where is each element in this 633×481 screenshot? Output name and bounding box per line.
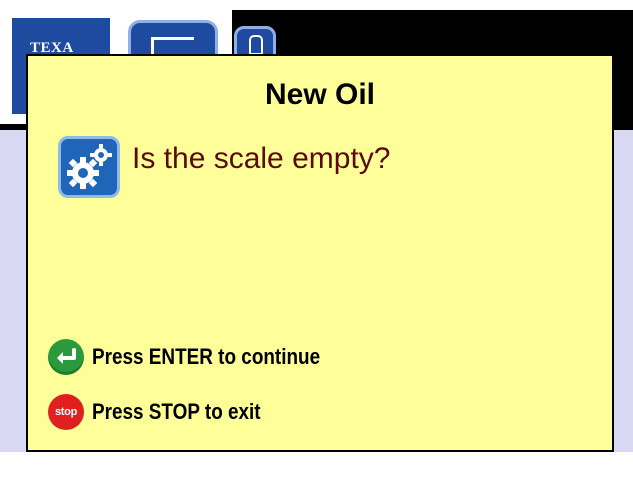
gears-icon	[58, 136, 120, 198]
lock-icon	[249, 35, 263, 55]
stop-action-row[interactable]: stop Press STOP to exit	[48, 392, 288, 432]
enter-icon[interactable]	[48, 339, 84, 375]
left-side-stripe	[0, 130, 28, 452]
screen: TEXA New Oil Is the scale empty? Press E…	[0, 0, 633, 481]
enter-action-label: Press ENTER to continue	[92, 344, 321, 369]
dialog-question: Is the scale empty?	[132, 142, 391, 175]
new-oil-dialog: New Oil Is the scale empty? Press ENTER …	[26, 54, 614, 452]
stop-icon-text: stop	[54, 406, 78, 418]
right-side-stripe	[612, 130, 633, 452]
dialog-title: New Oil	[264, 78, 376, 111]
enter-action-row[interactable]: Press ENTER to continue	[48, 337, 357, 377]
stop-action-label: Press STOP to exit	[92, 399, 261, 424]
stop-icon[interactable]: stop	[48, 394, 84, 430]
